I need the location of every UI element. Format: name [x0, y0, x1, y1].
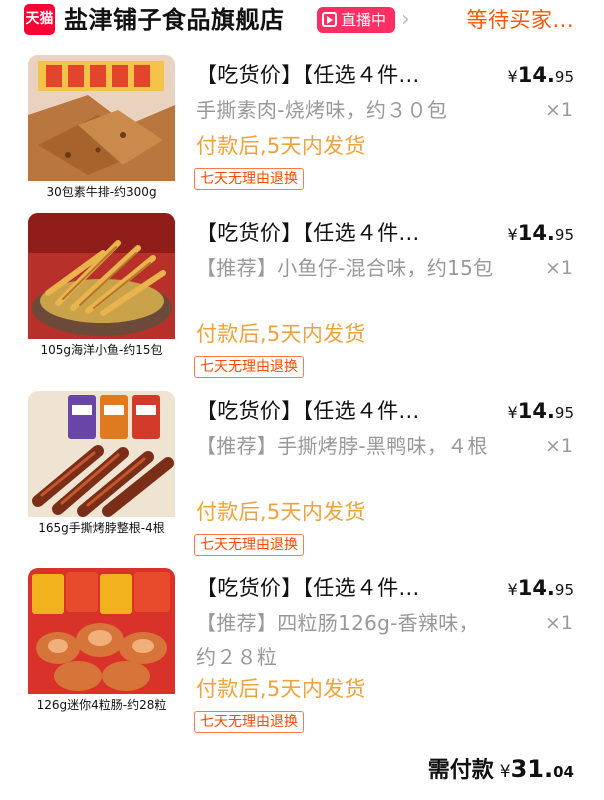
- product-price: ¥14.95: [508, 62, 574, 90]
- price-integer: 14.: [517, 63, 555, 87]
- price-integer: 14.: [517, 576, 555, 600]
- product-title[interactable]: 【吃货价】【任选４件...: [196, 574, 419, 602]
- return-policy-tag: 七天无理由退换: [194, 534, 304, 556]
- product-image[interactable]: 105g海洋小鱼-约15包: [28, 213, 175, 361]
- product-sku: 手撕素肉-烧烤味，约３０包: [196, 98, 448, 122]
- live-label: 直播中: [341, 11, 387, 29]
- shipping-note: 付款后,5天内发货: [196, 322, 366, 346]
- tmall-logo: 天猫: [24, 4, 55, 35]
- product-image[interactable]: 165g手撕烤脖整根-4根: [28, 391, 175, 539]
- product-title[interactable]: 【吃货价】【任选４件...: [196, 397, 419, 425]
- product-image[interactable]: 30包素牛排-约300g: [28, 55, 175, 203]
- return-policy-tag: 七天无理由退换: [194, 711, 304, 733]
- return-policy-tag: 七天无理由退换: [194, 356, 304, 378]
- price-currency: ¥: [507, 403, 518, 422]
- order-item[interactable]: 126g迷你4粒肠-约28粒 【吃货价】【任选４件... ¥14.95 【推荐】…: [0, 568, 604, 738]
- return-policy-tag: 七天无理由退换: [194, 168, 304, 190]
- order-item[interactable]: 105g海洋小鱼-约15包 【吃货价】【任选４件... ¥14.95 【推荐】小…: [0, 213, 604, 383]
- payment-amount-decimal: 04: [553, 763, 574, 781]
- image-caption: 105g海洋小鱼-约15包: [28, 339, 175, 361]
- payment-currency: ¥: [499, 762, 511, 782]
- price-currency: ¥: [507, 225, 518, 244]
- price-decimal: 95: [554, 581, 574, 599]
- product-quantity: ×1: [544, 257, 573, 279]
- price-decimal: 95: [554, 226, 574, 244]
- product-sku: 【推荐】手撕烤脖-黑鸭味，４根: [196, 434, 488, 458]
- live-play-icon: [322, 12, 337, 27]
- order-item[interactable]: 30包素牛排-约300g 【吃货价】【任选４件... ¥14.95 手撕素肉-烧…: [0, 55, 604, 225]
- image-caption: 165g手撕烤脖整根-4根: [28, 517, 175, 539]
- store-name[interactable]: 盐津铺子食品旗舰店: [64, 3, 285, 37]
- chevron-right-icon[interactable]: ›: [401, 5, 410, 35]
- shipping-note: 付款后,5天内发货: [196, 677, 366, 701]
- product-quantity: ×1: [544, 99, 573, 121]
- product-quantity: ×1: [544, 435, 573, 457]
- order-status: 等待买家...: [466, 8, 574, 32]
- price-currency: ¥: [507, 67, 518, 86]
- image-caption: 126g迷你4粒肠-约28粒: [28, 694, 175, 716]
- order-item[interactable]: 165g手撕烤脖整根-4根 【吃货价】【任选４件... ¥14.95 【推荐】手…: [0, 391, 604, 561]
- product-sku: 【推荐】小鱼仔-混合味，约15包: [196, 256, 494, 280]
- payment-label: 需付款: [427, 758, 494, 783]
- store-header: 天猫 盐津铺子食品旗舰店 直播中 › 等待买家...: [0, 0, 604, 40]
- payment-amount-integer: 31.: [510, 755, 554, 783]
- product-price: ¥14.95: [508, 220, 574, 248]
- live-badge[interactable]: 直播中: [317, 7, 395, 33]
- price-integer: 14.: [517, 221, 555, 245]
- price-integer: 14.: [517, 399, 555, 423]
- shipping-note: 付款后,5天内发货: [196, 134, 366, 158]
- product-title[interactable]: 【吃货价】【任选４件...: [196, 61, 419, 89]
- product-title[interactable]: 【吃货价】【任选４件...: [196, 219, 419, 247]
- product-price: ¥14.95: [508, 398, 574, 426]
- price-decimal: 95: [554, 404, 574, 422]
- product-image[interactable]: 126g迷你4粒肠-约28粒: [28, 568, 175, 716]
- payment-total: 需付款 ¥31.04: [428, 752, 574, 786]
- price-decimal: 95: [554, 68, 574, 86]
- image-caption: 30包素牛排-约300g: [28, 181, 175, 203]
- product-sku: 【推荐】四粒肠126g-香辣味，约２８粒: [196, 611, 479, 669]
- shipping-note: 付款后,5天内发货: [196, 500, 366, 524]
- product-price: ¥14.95: [508, 575, 574, 603]
- product-quantity: ×1: [544, 612, 573, 634]
- price-currency: ¥: [507, 580, 518, 599]
